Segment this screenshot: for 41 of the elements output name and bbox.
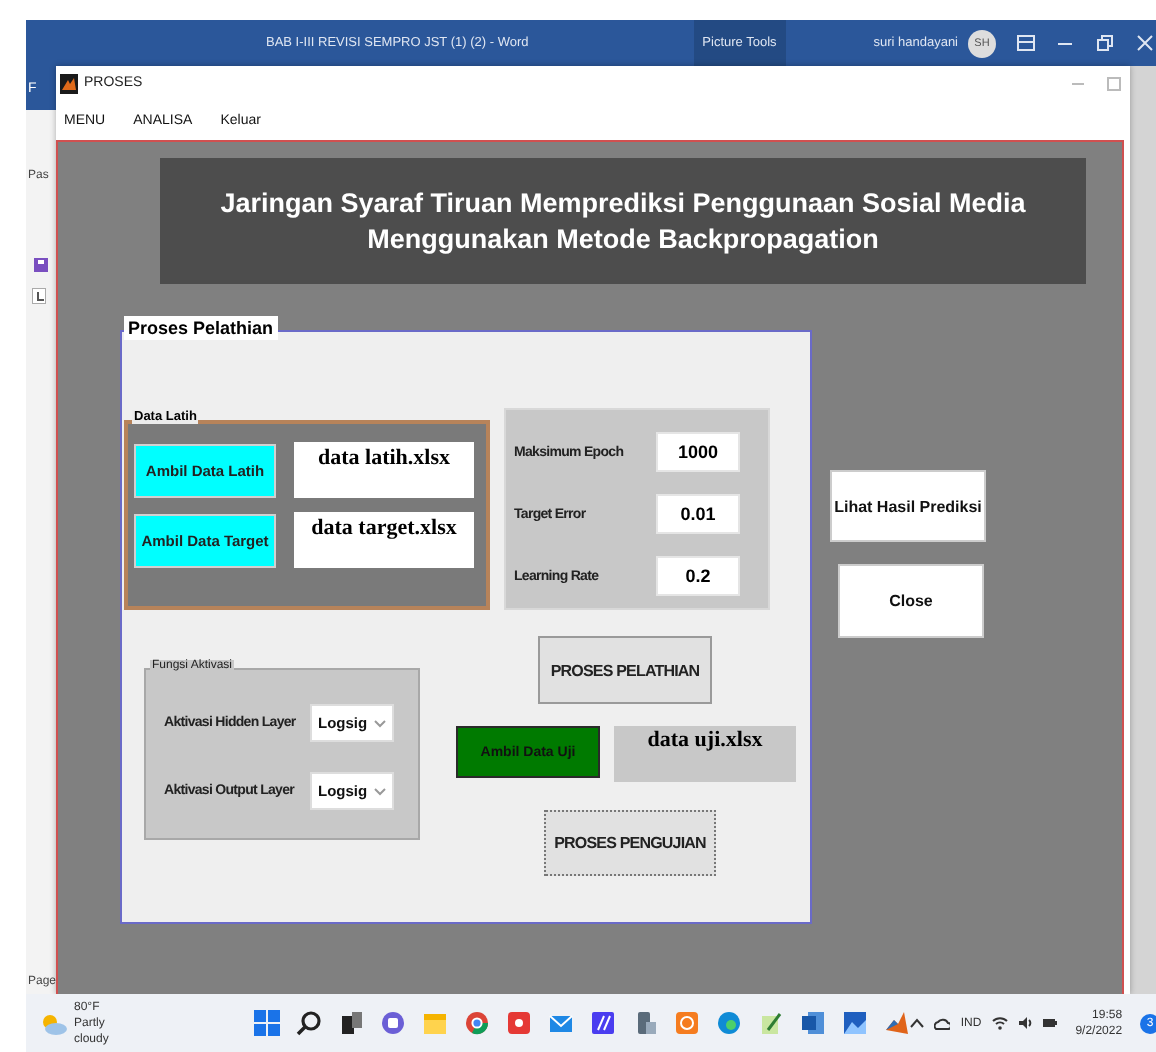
tab-stop-icon[interactable] <box>32 288 46 304</box>
file-name: data target.xlsx <box>294 512 474 568</box>
start-icon[interactable] <box>254 1010 281 1036</box>
video-icon[interactable] <box>506 1010 533 1036</box>
train-button[interactable]: PROSES PELATHIAN <box>538 636 712 704</box>
caret-icon <box>374 787 386 795</box>
search-icon[interactable] <box>296 1010 323 1036</box>
browser-icon[interactable] <box>716 1010 743 1036</box>
panel-title: Proses Pelathian <box>124 316 278 340</box>
file-name: data latih.xlsx <box>294 442 474 498</box>
parameter-field[interactable]: 0.2 <box>656 556 740 596</box>
caret-icon <box>374 719 386 727</box>
chevron-icon[interactable] <box>910 1018 925 1028</box>
cloud-icon[interactable] <box>934 1016 951 1030</box>
ribbon-display-icon[interactable] <box>1016 33 1036 53</box>
document-icon[interactable] <box>800 1010 827 1036</box>
app-logo-icon[interactable] <box>884 1010 911 1036</box>
wifi-icon[interactable] <box>991 1016 1008 1030</box>
save-icon[interactable] <box>34 258 48 272</box>
battery-icon[interactable] <box>1041 1016 1058 1030</box>
parameter-field[interactable]: 0.01 <box>656 494 740 534</box>
test-button[interactable]: PROSES PENGUJIAN <box>544 810 716 876</box>
app-logo-icon <box>60 73 78 93</box>
app-icon[interactable] <box>674 1010 701 1036</box>
close-button[interactable]: Close <box>838 564 984 638</box>
restore-icon[interactable] <box>1096 33 1116 53</box>
close-icon[interactable] <box>1136 33 1156 53</box>
phone-icon[interactable] <box>632 1010 659 1036</box>
mail-icon[interactable] <box>548 1010 575 1036</box>
prediction-button[interactable]: Lihat Hasil Prediksi <box>830 470 986 542</box>
header-title: Menggunakan Metode Backpropagation <box>367 224 879 254</box>
task-view-icon[interactable] <box>338 1010 365 1036</box>
browser-icon[interactable] <box>464 1010 491 1036</box>
parameter-field[interactable]: 1000 <box>656 432 740 472</box>
file-name: data uji.xlsx <box>614 726 796 782</box>
speaker-icon[interactable] <box>1017 1016 1032 1030</box>
chat-icon[interactable] <box>380 1010 407 1036</box>
notepad-icon[interactable] <box>758 1010 785 1036</box>
header-title: Jaringan Syaraf Tiruan Memprediksi Penggunaan Sosial Media <box>220 188 1026 218</box>
app-icon[interactable] <box>590 1010 617 1036</box>
image-icon[interactable] <box>842 1010 869 1036</box>
